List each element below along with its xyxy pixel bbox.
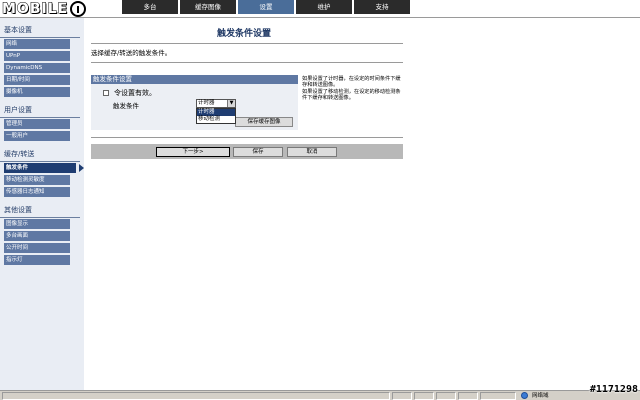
right-margin (404, 18, 640, 390)
power-icon (70, 1, 87, 17)
sidebar-item-datetime[interactable]: 日期/时间 (4, 75, 70, 86)
sidebar-item-general-user[interactable]: 一般用户 (4, 131, 70, 142)
sidebar-item-admin[interactable]: 管理员 (4, 119, 70, 130)
tab-support[interactable]: 支持 (354, 0, 410, 14)
status-zone-label: 网络域 (532, 393, 549, 399)
sidebar-section-user: 用户设置 管理员 一般用户 (0, 102, 84, 142)
tab-bar: 多台 缓存图像 设置 维护 支持 (122, 0, 412, 14)
enable-checkbox-label: 令设置有效。 (114, 89, 156, 97)
top-bar: MOBILE 多台 缓存图像 设置 维护 支持 (0, 0, 640, 18)
status-cell (436, 392, 456, 400)
sidebar-heading: 用户设置 (0, 102, 80, 118)
status-cell-main (2, 392, 390, 400)
sidebar-section-basic: 基本设置 网络 UPnP DynamicDNS 日期/时间 摄像机 (0, 22, 84, 98)
next-button[interactable]: 下一步> (156, 147, 230, 157)
enable-row: 令设置有效。 (103, 88, 156, 98)
tab-multi[interactable]: 多台 (122, 0, 178, 14)
status-bar: 网络域 (0, 390, 640, 400)
divider (91, 62, 403, 63)
sidebar-item-camera[interactable]: 摄像机 (4, 87, 70, 98)
logo: MOBILE (1, 1, 87, 18)
sidebar: 基本设置 网络 UPnP DynamicDNS 日期/时间 摄像机 用户设置 管… (0, 18, 84, 390)
sidebar-item-multi-screen[interactable]: 多台画面 (4, 231, 70, 242)
divider (91, 137, 403, 138)
sidebar-item-image-display[interactable]: 图像显示 (4, 219, 70, 230)
save-cache-image-button[interactable]: 保存缓存图像 (235, 117, 293, 127)
globe-icon (521, 392, 528, 399)
sidebar-item-network[interactable]: 网络 (4, 39, 70, 50)
sidebar-item-dynamicdns[interactable]: DynamicDNS (4, 63, 70, 74)
button-bar: 下一步> 保存 取消 (91, 144, 403, 159)
save-button[interactable]: 保存 (233, 147, 283, 157)
sidebar-item-motion-sensitivity[interactable]: 移动检测灵敏度 (4, 175, 70, 186)
tab-maintenance[interactable]: 维护 (296, 0, 352, 14)
trigger-settings-panel: 触发条件设置 令设置有效。 触发条件 保存缓存图像 计时器 ▼ 计时器 移动检测 (91, 75, 298, 130)
dropdown-option-timer[interactable]: 计时器 (197, 109, 235, 116)
status-cell (480, 392, 516, 400)
tab-settings[interactable]: 设置 (238, 0, 294, 14)
status-cell (392, 392, 412, 400)
sidebar-item-indicator[interactable]: 指示灯 (4, 255, 70, 266)
sidebar-heading: 其他设置 (0, 202, 80, 218)
sidebar-item-upnp[interactable]: UPnP (4, 51, 70, 62)
chevron-down-icon[interactable]: ▼ (227, 100, 235, 107)
dropdown-option-motion[interactable]: 移动检测 (197, 116, 235, 123)
trigger-condition-dropdown: 计时器 移动检测 (196, 108, 236, 124)
divider (91, 43, 403, 44)
sidebar-section-cache: 缓存/转送 触发条件 移动检测灵敏度 传感器日志通知 (0, 146, 84, 198)
sidebar-heading: 缓存/转送 (0, 146, 80, 162)
select-value: 计时器 (198, 100, 215, 106)
sidebar-item-sensor-log[interactable]: 传感器日志通知 (4, 187, 70, 198)
sidebar-item-public-time[interactable]: 公开时间 (4, 243, 70, 254)
tab-cache-images[interactable]: 缓存图像 (180, 0, 236, 14)
cancel-button[interactable]: 取消 (287, 147, 337, 157)
main-content: 触发条件设置 选择缓存/转送的触发条件。 触发条件设置 令设置有效。 触发条件 … (84, 18, 404, 390)
watermark: #1171298 (589, 384, 638, 395)
status-cell (414, 392, 434, 400)
trigger-condition-label: 触发条件 (113, 102, 139, 110)
sidebar-heading: 基本设置 (0, 22, 80, 38)
page-title: 触发条件设置 (216, 29, 271, 39)
instruction-text: 选择缓存/转送的触发条件。 (91, 49, 172, 57)
enable-checkbox[interactable] (103, 90, 109, 96)
sidebar-item-trigger[interactable]: 触发条件 (4, 163, 84, 174)
panel-title: 触发条件设置 (91, 75, 298, 84)
status-cell (458, 392, 478, 400)
trigger-condition-select[interactable]: 计时器 ▼ (196, 99, 236, 108)
logo-text: MOBILE (1, 1, 69, 18)
help-note: 如果设置了计时器，在设定的时间条件下缓存和转送图像。 如果设置了移动检测，在设定… (302, 76, 401, 101)
sidebar-section-other: 其他设置 图像显示 多台画面 公开时间 指示灯 (0, 202, 84, 266)
